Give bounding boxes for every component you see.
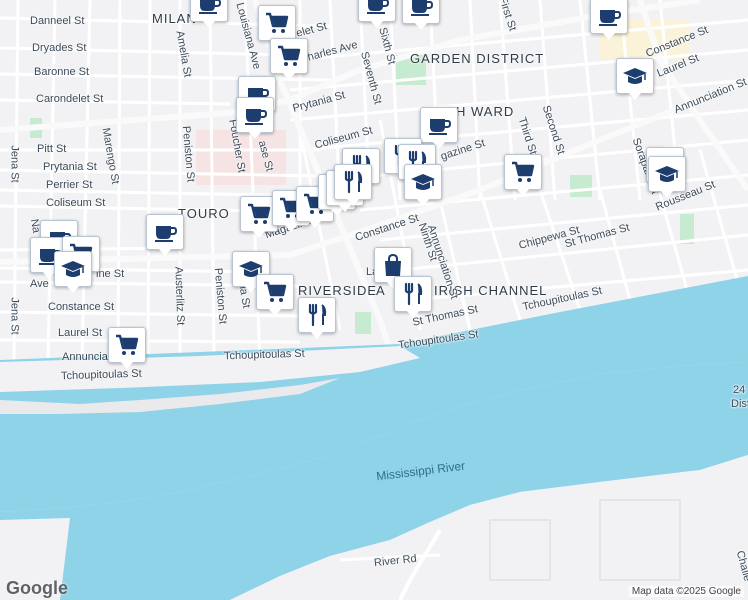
poi-marker[interactable]: [334, 164, 372, 208]
district-label: 24: [733, 384, 746, 396]
street-label: Jena St: [8, 145, 21, 183]
grocery-cart-icon: [276, 43, 302, 69]
poi-marker[interactable]: [358, 0, 396, 30]
street-label: Annunciat: [62, 351, 111, 363]
poi-marker[interactable]: [54, 251, 92, 295]
school-icon: [654, 161, 680, 187]
grocery-cart-icon: [510, 159, 536, 185]
poi-marker[interactable]: [108, 327, 146, 371]
street-label: Danneel St: [30, 15, 85, 27]
poi-marker[interactable]: [236, 97, 274, 141]
street-label: Prytania St: [43, 161, 97, 173]
poi-marker[interactable]: [402, 0, 440, 32]
street-label: ine St: [96, 268, 125, 280]
neighborhood-ward: H WARD: [456, 104, 515, 119]
restaurant-icon: [400, 281, 426, 307]
map-attribution[interactable]: Map data ©2025 Google: [628, 586, 744, 597]
coffee-icon: [408, 0, 434, 19]
school-icon: [410, 169, 436, 195]
map-canvas[interactable]: MILAN GARDEN DISTRICT H WARD TOURO RIVER…: [0, 0, 748, 600]
street-label: Coliseum St: [46, 197, 106, 209]
coffee-icon: [426, 112, 452, 138]
grocery-cart-icon: [262, 279, 288, 305]
coffee-icon: [364, 0, 390, 17]
street-label: Jena St: [8, 297, 21, 335]
street-label: Constance St: [48, 301, 115, 313]
street-label: Perrier St: [46, 179, 93, 191]
school-icon: [60, 256, 86, 282]
neighborhood-garden-district: GARDEN DISTRICT: [410, 51, 545, 66]
poi-marker[interactable]: [256, 274, 294, 318]
poi-marker[interactable]: [504, 154, 542, 198]
grocery-cart-icon: [114, 332, 140, 358]
street-label: Laurel St: [58, 327, 103, 339]
poi-marker[interactable]: [404, 164, 442, 208]
street-label: Dryades St: [32, 42, 87, 54]
coffee-icon: [242, 102, 268, 128]
neighborhood-riverside: RIVERSIDE: [298, 283, 378, 298]
street-label: Carondelet St: [36, 93, 104, 105]
street-label: Pitt St: [37, 143, 67, 155]
restaurant-icon: [304, 302, 330, 328]
street-label: Austerlitz St: [172, 266, 187, 326]
poi-marker[interactable]: [648, 156, 686, 200]
poi-marker[interactable]: [394, 276, 432, 320]
poi-marker[interactable]: [146, 214, 184, 258]
grocery-cart-icon: [264, 10, 290, 36]
neighborhood-touro: TOURO: [178, 206, 230, 221]
school-icon: [622, 63, 648, 89]
coffee-icon: [152, 219, 178, 245]
coffee-icon: [196, 0, 222, 17]
shopping-bag-icon: [380, 252, 406, 278]
google-logo[interactable]: Google: [6, 578, 68, 599]
poi-marker[interactable]: [590, 0, 628, 42]
street-label: Baronne St: [34, 66, 90, 78]
poi-marker[interactable]: [298, 297, 336, 341]
poi-marker[interactable]: [616, 58, 654, 102]
coffee-icon: [596, 3, 622, 29]
poi-marker[interactable]: [190, 0, 228, 30]
district-label: Dist: [731, 398, 748, 410]
grocery-cart-icon: [246, 201, 272, 227]
restaurant-icon: [340, 169, 366, 195]
